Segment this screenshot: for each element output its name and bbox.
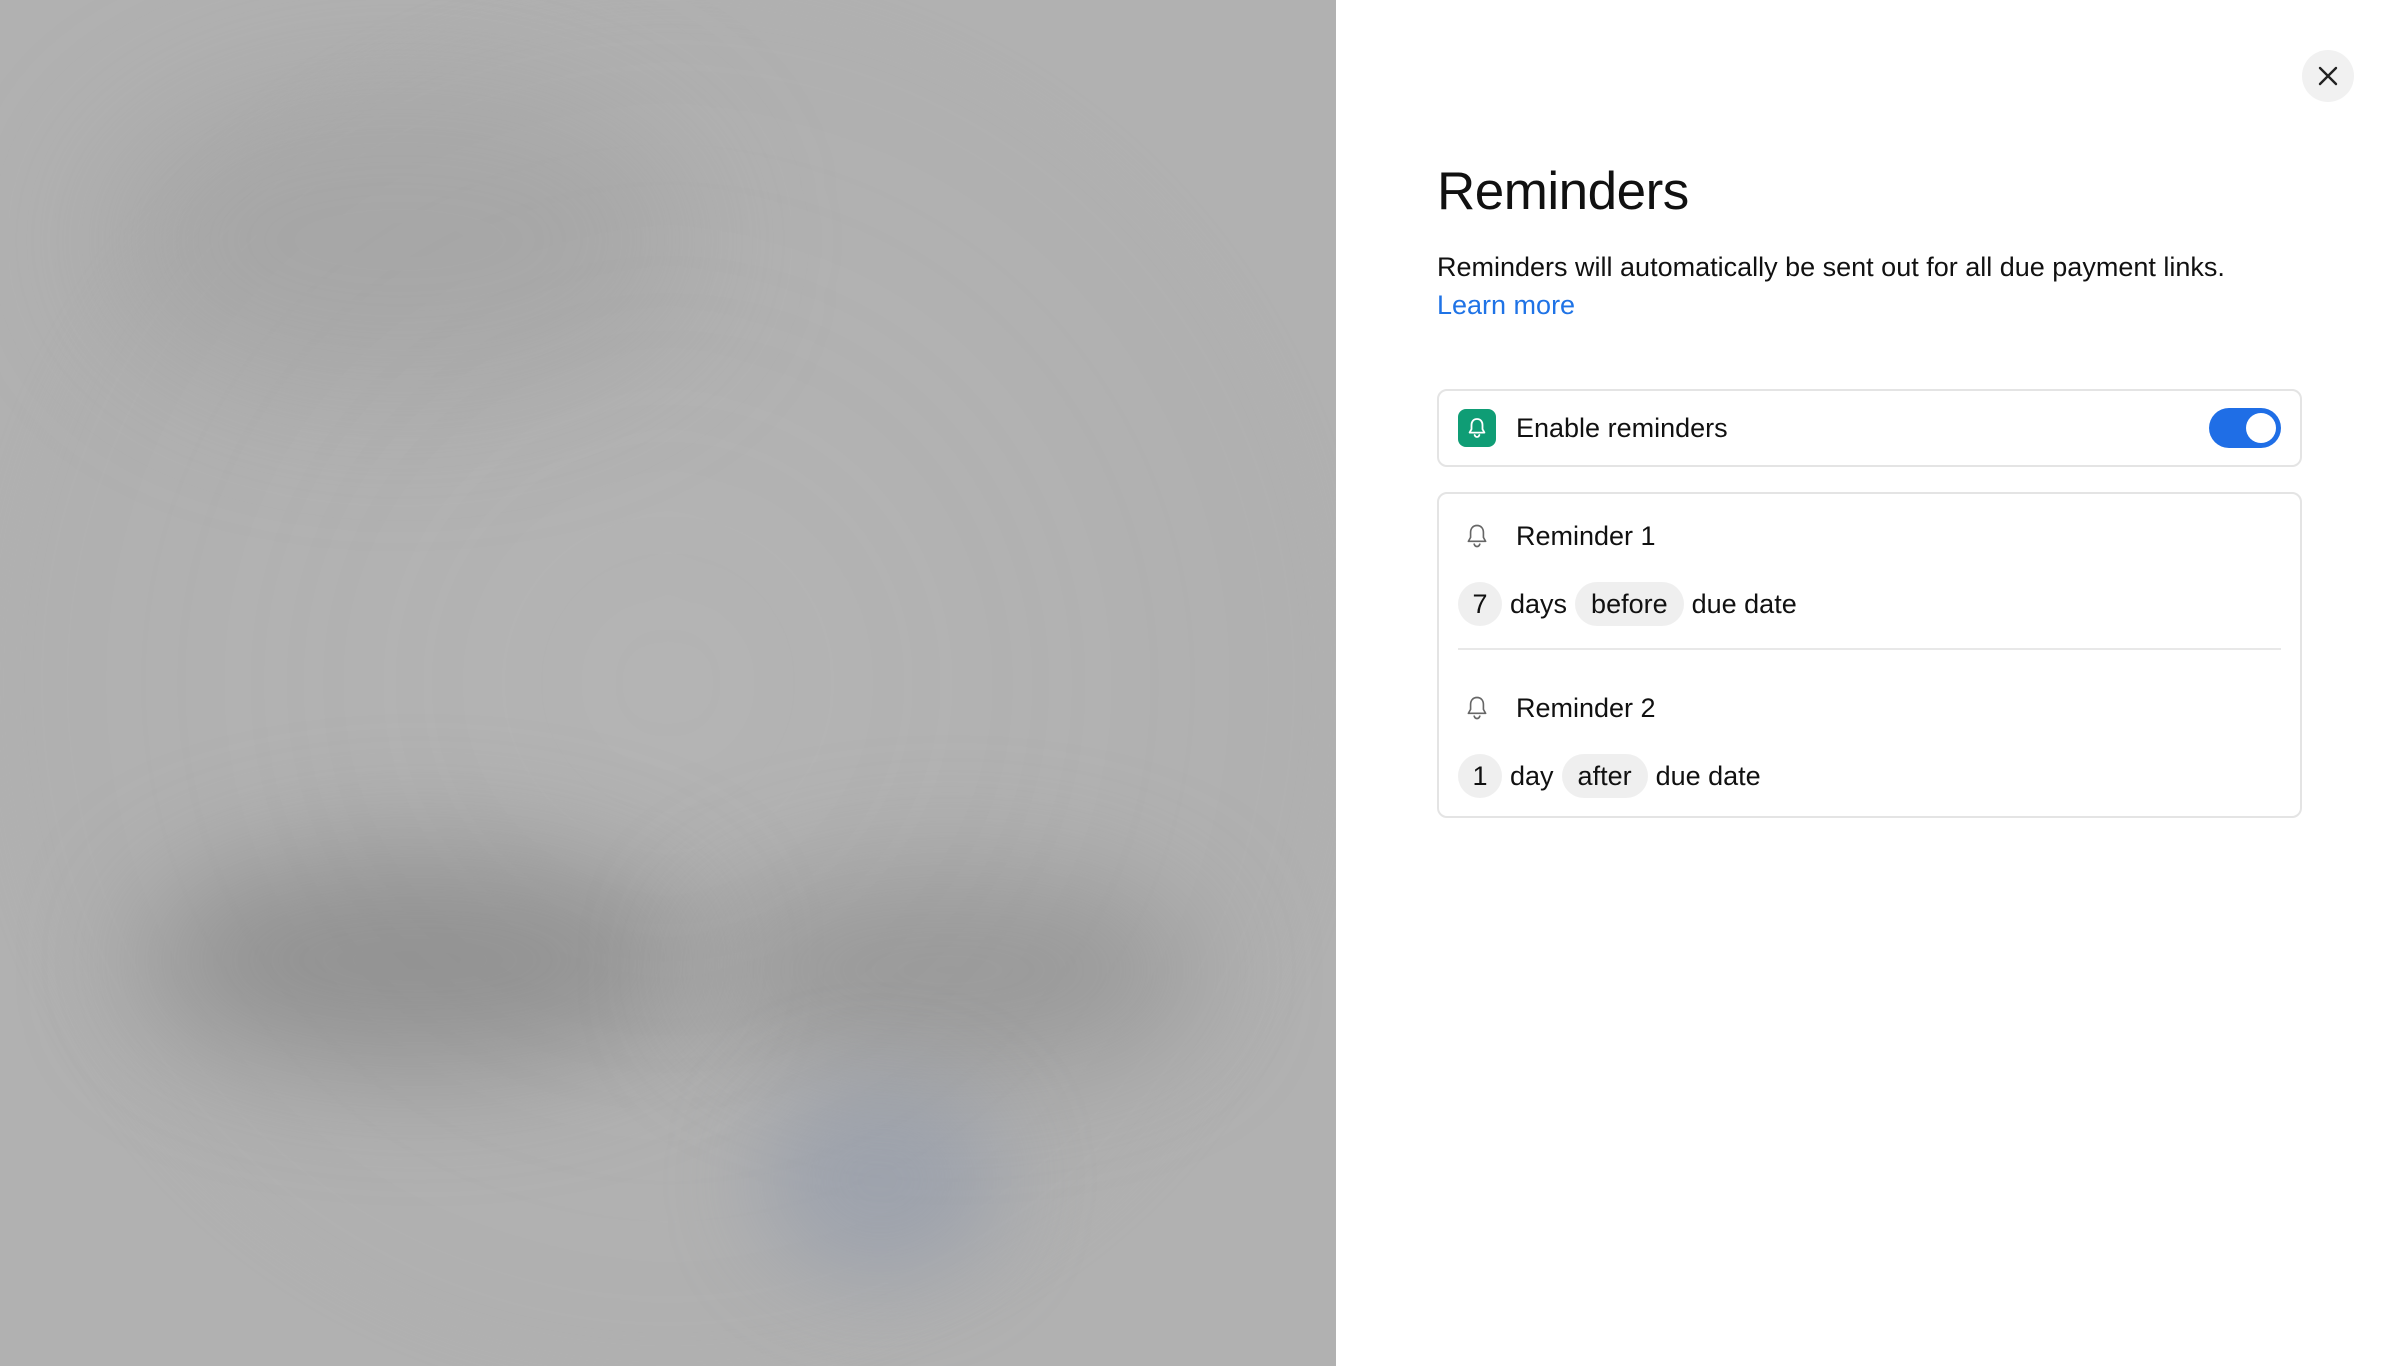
blurred-backdrop[interactable]	[0, 0, 1336, 1366]
panel-description: Reminders will automatically be sent out…	[1437, 252, 2225, 282]
backdrop-blur	[700, 870, 1200, 1070]
backdrop-blur	[100, 80, 700, 400]
reminder-amount-chip[interactable]: 7	[1458, 582, 1502, 626]
reminder-item[interactable]: Reminder 1 7 days before due date	[1458, 494, 2281, 644]
reminder-suffix: due date	[1691, 588, 1797, 619]
toggle-knob	[2246, 413, 2276, 443]
reminder-unit: days	[1510, 588, 1568, 619]
reminder-item[interactable]: Reminder 2 1 day after due date	[1458, 650, 2281, 816]
learn-more-link[interactable]: Learn more	[1437, 286, 1575, 324]
backdrop-blur	[140, 850, 700, 1070]
reminder-title: Reminder 1	[1516, 520, 1656, 551]
reminder-relation-chip[interactable]: before	[1575, 582, 1684, 626]
backdrop-blur	[760, 1080, 1000, 1280]
reminder-header: Reminder 1	[1458, 516, 2281, 556]
bell-icon	[1458, 522, 1496, 550]
reminder-title: Reminder 2	[1516, 692, 1656, 723]
enable-reminders-toggle[interactable]	[2209, 408, 2281, 448]
close-button[interactable]	[2302, 50, 2354, 102]
bell-icon	[1458, 409, 1496, 447]
reminder-unit: day	[1510, 760, 1554, 791]
enable-reminders-label: Enable reminders	[1516, 412, 1728, 443]
reminder-schedule: 7 days before due date	[1458, 582, 2281, 626]
reminders-list-card: Reminder 1 7 days before due date Remind…	[1437, 492, 2302, 818]
close-icon	[2318, 66, 2338, 86]
bell-icon	[1458, 694, 1496, 722]
page-title: Reminders	[1437, 162, 1689, 221]
reminder-relation-chip[interactable]: after	[1561, 754, 1648, 798]
enable-reminders-card: Enable reminders	[1437, 389, 2302, 467]
reminder-schedule: 1 day after due date	[1458, 754, 2281, 798]
reminders-side-panel: Reminders Reminders will automatically b…	[1336, 0, 2400, 1366]
reminder-amount-chip[interactable]: 1	[1458, 754, 1502, 798]
reminder-header: Reminder 2	[1458, 688, 2281, 728]
panel-content: Reminders Reminders will automatically b…	[1437, 160, 2302, 818]
reminder-suffix: due date	[1655, 760, 1761, 791]
